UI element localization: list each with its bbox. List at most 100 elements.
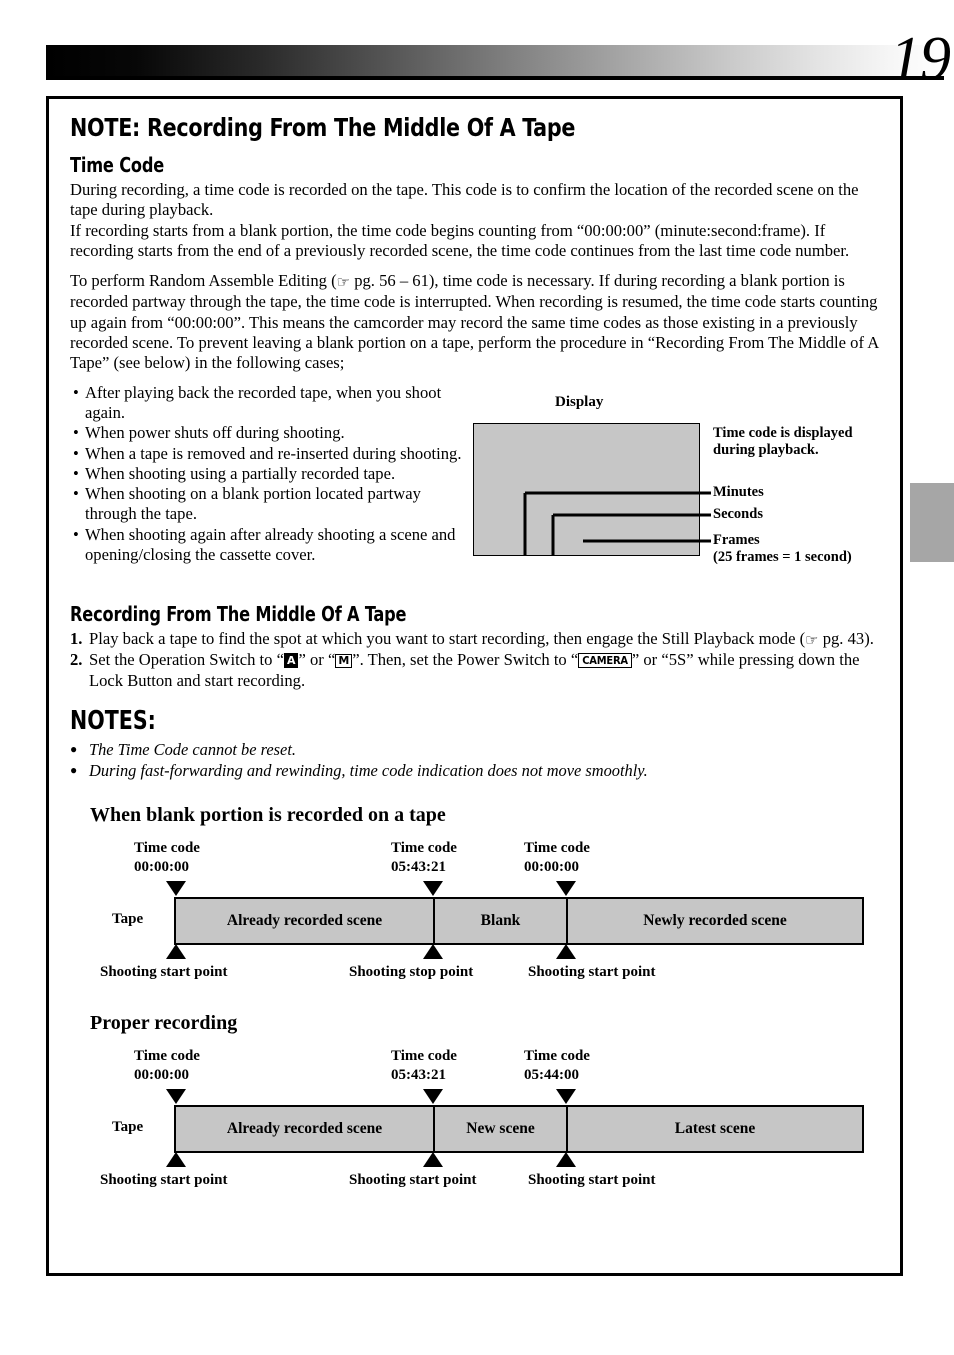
page-number: 19	[890, 25, 951, 93]
foot-label: Shooting start point	[349, 1172, 477, 1189]
bullet-icon: •	[73, 423, 79, 443]
auto-mode-badge: A	[283, 653, 299, 669]
timecode-marker: Time code 00:00:00	[134, 839, 200, 877]
list-item-label: When shooting using a partially recorded…	[85, 463, 396, 483]
timecode-value: 00:00:00	[134, 1067, 189, 1084]
timecode-caption: Time code	[524, 840, 590, 857]
list-item-label: When shooting again after already shooti…	[85, 524, 456, 565]
bullet-icon: •	[73, 382, 79, 402]
label-frames-sub: (25 frames = 1 second)	[713, 548, 852, 565]
timecode-caption: Time code	[391, 1048, 457, 1065]
marker-down-icon	[166, 881, 186, 897]
timecode-marker: Time code 05:43:21	[391, 839, 457, 877]
step-1-text-a: Play back a tape to find the spot at whi…	[89, 628, 806, 648]
step-2-number: 2.	[70, 650, 83, 670]
timecode-caption: Time code	[391, 840, 457, 857]
marker-up-icon	[556, 1152, 576, 1168]
timecode-value: 00:00:00	[134, 859, 189, 876]
content-box: NOTE: Recording From The Middle Of A Tap…	[46, 96, 903, 1276]
bullet-icon: •	[73, 524, 79, 544]
list-item-label: After playing back the recorded tape, wh…	[85, 382, 442, 422]
diagram-proper-footlabels: Shooting start point Shooting start poin…	[90, 1171, 890, 1197]
display-figure-caption: Display	[555, 393, 604, 410]
foot-label: Shooting start point	[528, 1172, 656, 1189]
section-heading-time-code: Time Code	[70, 153, 165, 177]
diagram-proper-title: Proper recording	[90, 1012, 238, 1035]
diagram-blank-title: When blank portion is recorded on a tape	[90, 804, 446, 827]
label-frames-text: Frames	[713, 531, 760, 548]
note-bullet-icon: ●	[70, 763, 78, 778]
timecode-marker: Time code 05:44:00	[524, 1047, 590, 1085]
foot-label: Shooting start point	[100, 1172, 228, 1189]
step-2-body: Set the Operation Switch to “A” or “M”. …	[89, 650, 890, 692]
tape-segment: Already recorded scene	[226, 1120, 383, 1138]
note-bullet-icon: ●	[70, 742, 78, 757]
label-minutes: Minutes	[713, 483, 764, 500]
header-rule	[46, 76, 944, 80]
marker-down-icon	[556, 1089, 576, 1105]
camera-mode-badge: CAMERA	[578, 653, 632, 669]
foot-label: Shooting start point	[100, 964, 228, 981]
foot-label: Shooting stop point	[349, 964, 474, 981]
foot-label: Shooting start point	[528, 964, 656, 981]
pointing-hand-icon: ☞	[805, 630, 819, 649]
diagram-blank-portion: When blank portion is recorded on a tape…	[90, 803, 890, 989]
list-item-label: When a tape is removed and re-inserted d…	[85, 443, 462, 463]
tape-label: Tape	[112, 911, 144, 928]
note-item: ● During fast-forwarding and rewinding, …	[70, 760, 890, 781]
label-seconds: Seconds	[713, 505, 763, 522]
diagram-blank-tape: Tape Already recorded scene Blank Newly …	[90, 881, 890, 960]
display-note-line2: during playback.	[713, 441, 819, 458]
marker-up-icon	[556, 944, 576, 960]
bullet-icon: •	[73, 484, 79, 504]
timecode-marker: Time code 05:43:21	[391, 1047, 457, 1085]
timecode-marker: Time code 00:00:00	[524, 839, 590, 877]
marker-up-icon	[166, 944, 186, 960]
diagram-proper-recording: Proper recording Time code 00:00:00 Time…	[90, 1011, 890, 1197]
procedure-step-1: 1. Play back a tape to find the spot at …	[70, 629, 890, 651]
timecode-caption: Time code	[524, 1048, 590, 1065]
diagram-proper-timecodes: Time code 00:00:00 Time code 05:43:21 Ti…	[90, 1047, 890, 1089]
step-2-text-b: ” or “	[298, 650, 336, 670]
time-code-paragraph-1: During recording, a time code is recorde…	[70, 180, 859, 220]
marker-up-icon	[423, 944, 443, 960]
section-heading-procedure: Recording From The Middle Of A Tape	[70, 601, 407, 626]
tape-segment: New scene	[433, 1107, 566, 1152]
timecode-caption: Time code	[134, 1048, 200, 1065]
display-note-line1: Time code is displayed	[713, 424, 853, 441]
list-item: • When shooting again after already shoo…	[73, 525, 473, 566]
bullet-icon: •	[73, 463, 79, 483]
list-item-label: When power shuts off during shooting.	[85, 423, 345, 443]
diagram-blank-timecodes: Time code 00:00:00 Time code 05:43:21 Ti…	[90, 839, 890, 881]
timecode-caption: Time code	[134, 840, 200, 857]
list-item: • When a tape is removed and re-inserted…	[73, 444, 473, 464]
timecode-value: 05:43:21	[391, 859, 446, 876]
bullets-and-display-row: • After playing back the recorded tape, …	[70, 383, 890, 588]
display-figure: Display Time code is displayed during pl…	[473, 393, 893, 593]
tape-segment: Blank	[433, 899, 566, 944]
gradient-bar	[46, 45, 944, 76]
marker-down-icon	[423, 1089, 443, 1105]
list-item: • After playing back the recorded tape, …	[73, 383, 473, 424]
marker-up-icon	[166, 1152, 186, 1168]
bullet-list: • After playing back the recorded tape, …	[73, 383, 473, 566]
step-1-text-b: pg. 43).	[818, 628, 874, 648]
marker-down-icon	[166, 1089, 186, 1105]
marker-down-icon	[423, 881, 443, 897]
tape-segment: Newly recorded scene	[566, 899, 862, 944]
page-header-band	[46, 45, 944, 80]
timecode-marker: Time code 00:00:00	[134, 1047, 200, 1085]
tape-segment: Latest scene	[566, 1107, 862, 1152]
label-frames: Frames (25 frames = 1 second)	[713, 532, 852, 566]
procedure-step-2: 2. Set the Operation Switch to “A” or “M…	[70, 650, 890, 692]
tape-bar: Already recorded scene Blank Newly recor…	[174, 897, 864, 946]
timecode-value: 05:44:00	[524, 1067, 579, 1084]
tape-label: Tape	[112, 1119, 144, 1136]
list-item-label: When shooting on a blank portion located…	[85, 484, 421, 524]
marker-up-icon	[423, 1152, 443, 1168]
bullet-icon: •	[73, 443, 79, 463]
diagram-blank-footlabels: Shooting start point Shooting stop point…	[90, 963, 890, 989]
note-item: ● The Time Code cannot be reset.	[70, 739, 890, 760]
step-1-body: Play back a tape to find the spot at whi…	[89, 629, 890, 651]
note-item-label: The Time Code cannot be reset.	[89, 740, 296, 760]
